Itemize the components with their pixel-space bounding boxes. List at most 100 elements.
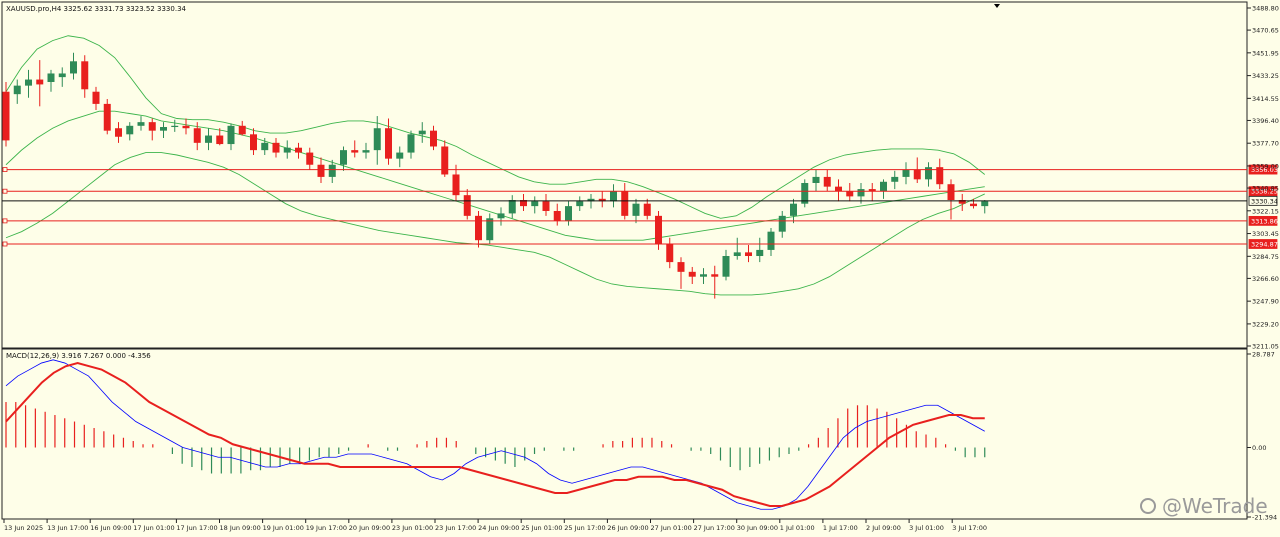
price-label: 3284.75 xyxy=(1252,253,1279,261)
candle-body xyxy=(362,150,370,153)
candle-body xyxy=(137,122,145,126)
candle-body xyxy=(58,73,66,78)
price-label: 3396.40 xyxy=(1252,117,1279,125)
candle-body xyxy=(92,91,100,104)
candle-body xyxy=(902,169,910,177)
candle-body xyxy=(160,127,167,131)
candle-body xyxy=(385,128,392,159)
candle-body xyxy=(508,200,516,214)
price-label: 3359.00 xyxy=(1252,162,1279,170)
candle-body xyxy=(632,203,640,216)
candle-body xyxy=(295,147,302,153)
time-label: 24 Jun 09:00 xyxy=(478,524,519,532)
level-anchor[interactable] xyxy=(2,188,8,194)
candle-body xyxy=(688,271,696,277)
candle-body xyxy=(452,174,460,196)
symbol-header: XAUUSD.pro,H4 3325.62 3331.73 3323.52 33… xyxy=(6,5,187,13)
price-label: 3322.15 xyxy=(1252,207,1279,215)
candle-body xyxy=(317,164,325,177)
time-label: 19 Jun 17:00 xyxy=(306,524,347,532)
candle-body xyxy=(193,128,201,143)
level-anchor[interactable] xyxy=(2,218,8,224)
candle-body xyxy=(531,201,539,207)
candle-body xyxy=(497,213,505,219)
level-price-label: 3294.87 xyxy=(1251,240,1278,248)
price-label: 3414.55 xyxy=(1252,95,1279,103)
candle-body xyxy=(677,262,685,272)
candle-body xyxy=(407,134,415,153)
candle-body xyxy=(565,206,572,221)
candle-body xyxy=(351,150,359,153)
time-label: 20 Jun 09:00 xyxy=(349,524,390,532)
level-anchor[interactable] xyxy=(2,167,8,172)
price-label: 3488.80 xyxy=(1252,5,1279,13)
candle-body xyxy=(475,215,482,241)
candle-body xyxy=(171,125,179,128)
price-label: 3303.45 xyxy=(1252,230,1279,238)
candle-body xyxy=(25,79,32,86)
time-label: 27 Jun 01:00 xyxy=(651,524,692,532)
macd-header: MACD(12,26,9) 3.916 7.267 0.000 -4.356 xyxy=(6,352,151,360)
price-label: 3247.90 xyxy=(1252,298,1279,306)
candle-body xyxy=(812,176,820,183)
candle-body xyxy=(283,147,291,153)
candle-body xyxy=(711,274,719,277)
candle-body xyxy=(857,189,865,197)
candle-body xyxy=(396,152,404,159)
watermark-text: @WeTrade xyxy=(1162,494,1268,518)
candle-body xyxy=(643,203,651,216)
macd-axis-label: 0.00 xyxy=(1252,444,1266,452)
time-label: 18 Jun 09:00 xyxy=(220,524,261,532)
candle-body xyxy=(13,85,21,95)
candle-body xyxy=(430,130,437,147)
price-label: 3211.05 xyxy=(1252,343,1279,351)
time-label: 27 Jun 17:00 xyxy=(694,524,735,532)
candle-body xyxy=(880,181,887,192)
candle-body xyxy=(947,184,955,201)
candle-body xyxy=(666,243,674,263)
candle-body xyxy=(655,215,662,244)
candle-body xyxy=(36,79,44,85)
candle-body xyxy=(790,203,797,216)
candle-body xyxy=(306,152,314,165)
candle-body xyxy=(238,125,246,135)
time-label: 25 Jun 17:00 xyxy=(564,524,605,532)
candle-body xyxy=(891,176,899,182)
chart-svg[interactable]: 3356.033338.253330.343313.863294.87 3488… xyxy=(0,0,1280,537)
time-label: 25 Jun 01:00 xyxy=(521,524,562,532)
level-price-label: 3330.34 xyxy=(1251,197,1278,205)
time-label: 13 Jun 17:00 xyxy=(47,524,88,532)
level-anchor[interactable] xyxy=(2,241,8,247)
candle-body xyxy=(340,150,347,165)
time-label: 16 Jun 09:00 xyxy=(90,524,131,532)
candle-body xyxy=(418,130,426,135)
candle-body xyxy=(981,201,989,207)
candle-body xyxy=(103,103,111,131)
time-label: 2 Jul 09:00 xyxy=(866,524,901,532)
price-label: 3340.85 xyxy=(1252,185,1279,193)
candle-body xyxy=(272,142,280,153)
price-label: 3433.25 xyxy=(1252,72,1279,80)
candle-body xyxy=(2,91,10,141)
candle-body xyxy=(373,128,381,151)
candle-body xyxy=(823,176,831,187)
candle-body xyxy=(745,252,752,257)
candle-body xyxy=(81,61,89,90)
candle-body xyxy=(542,201,550,211)
candle-body xyxy=(70,61,77,74)
macd-axis-label: 28.787 xyxy=(1252,351,1275,359)
candle-body xyxy=(756,249,764,257)
candle-body xyxy=(205,135,212,143)
time-label: 17 Jun 17:00 xyxy=(176,524,217,532)
time-label: 1 Jul 17:00 xyxy=(823,524,858,532)
candle-body xyxy=(621,191,629,216)
candle-body xyxy=(553,210,561,221)
time-label: 30 Jun 09:00 xyxy=(737,524,778,532)
price-label: 3377.70 xyxy=(1252,140,1279,148)
candle-body xyxy=(148,122,156,131)
candle-body xyxy=(115,128,122,137)
candle-body xyxy=(733,252,741,257)
candle-body xyxy=(767,231,775,250)
candle-body xyxy=(913,169,921,180)
candle-body xyxy=(700,274,707,277)
